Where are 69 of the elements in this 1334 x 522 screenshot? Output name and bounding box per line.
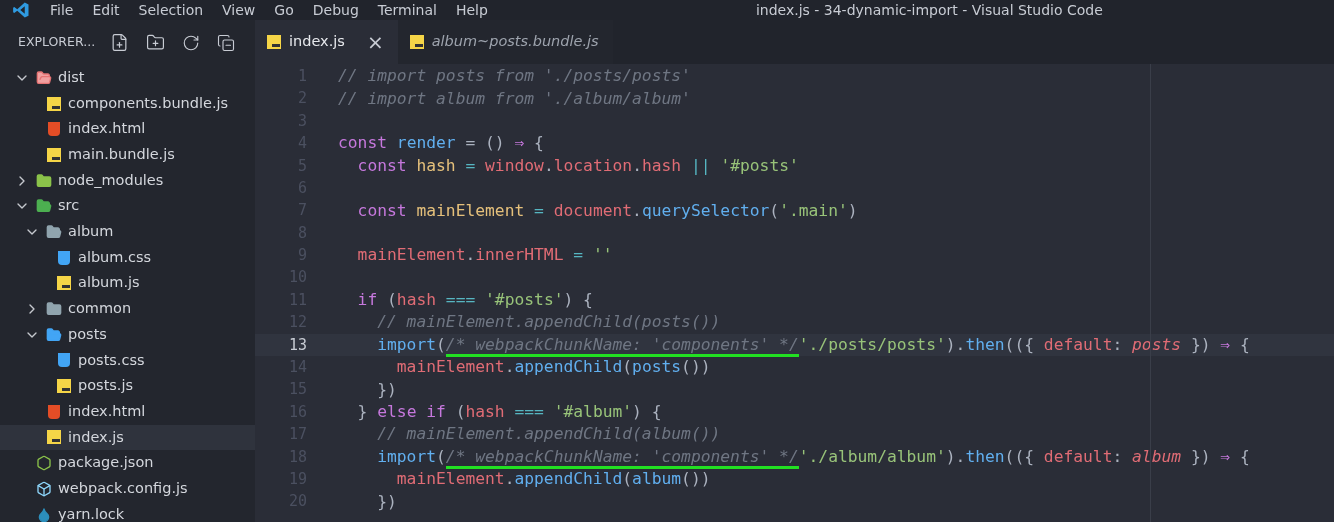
file-row[interactable]: components.bundle.js [0,90,255,117]
file-row[interactable]: index.js [0,424,255,451]
sidebar-title: EXPLORER... [18,33,96,52]
window-title: index.js - 34-dynamic-import - Visual Studio Code [755,0,1103,20]
menu-item[interactable]: Go [274,0,294,21]
cube-icon [36,480,52,497]
menu-item[interactable]: Help [455,0,488,21]
file-row[interactable]: webpack.config.js [0,476,255,502]
folder-icon [46,326,62,343]
js-file-icon [47,430,61,445]
html-file-icon [48,122,60,137]
code-line: // mainElement.appendChild(posts()) [376,312,721,333]
folder-icon [36,69,52,86]
file-row[interactable]: album.css [0,244,255,271]
menu-item[interactable]: Terminal [377,0,437,21]
code-line: }) [376,379,397,400]
collapse-icon[interactable] [217,33,236,52]
js-file-icon [47,96,61,111]
menu-item[interactable]: Debug [312,0,359,21]
js-file-icon [57,379,71,394]
code-line: mainElement.appendChild(album()) [395,469,711,490]
folder-row[interactable]: common [0,296,255,322]
folder-row[interactable]: node_modules [0,167,255,194]
file-row[interactable]: album.js [0,270,255,297]
menu-item[interactable]: View [222,0,256,21]
file-row[interactable]: main.bundle.js [0,142,255,168]
css-file-icon [58,353,70,368]
line-number: 13 [287,334,307,356]
folder-row[interactable]: album [0,219,255,245]
code-line: // import posts from './posts/posts' [338,66,691,87]
code-line: if (hash === '#posts') { [356,290,593,311]
new-folder-icon[interactable] [146,33,166,52]
file-row[interactable]: index.html [0,398,255,425]
code-line: } else if (hash === '#album') { [356,402,662,423]
code-line: import(/* webpackChunkName: 'components' */'./album/album').then(({ default: album }) ⇒ { [338,446,1250,467]
code-line: const render = () ⇒ { [338,133,544,154]
menu-item[interactable]: File [50,0,74,21]
js-file-icon [47,147,61,162]
css-file-icon [58,250,70,265]
app-logo [12,1,30,19]
code-line: // mainElement.appendChild(album()) [376,424,721,445]
code-line: }) [376,491,397,512]
refresh-icon[interactable] [182,33,201,52]
code-line: mainElement.innerHTML = '' [356,245,613,266]
file-row[interactable]: yarn.lock [0,501,255,522]
file-row[interactable]: posts.css [0,347,255,374]
folder-row[interactable]: dist [0,65,255,91]
code-line: const mainElement = document.querySelector('.main') [356,200,858,221]
editor-tab[interactable]: index.js × [255,20,398,64]
code-line: // import album from './album/album' [338,88,691,109]
folder-icon [36,198,52,215]
folder-icon [36,172,52,189]
file-row[interactable]: index.html [0,116,255,143]
folder-row[interactable]: src [0,193,255,220]
close-tab-button[interactable]: × [366,32,384,52]
code-line: const hash = window.location.hash || '#posts' [356,155,799,176]
js-file-icon [57,276,71,291]
js-file-icon [267,35,281,49]
folder-row[interactable]: posts [0,321,255,348]
folder-icon [46,301,62,318]
js-file-icon [409,35,424,49]
file-row[interactable]: posts.js [0,373,255,399]
menu-item[interactable]: Edit [92,0,120,21]
code-line: import(/* webpackChunkName: 'components' */'./posts/posts').then(({ default: posts }) ⇒ { [338,334,1250,355]
folder-icon [46,223,62,240]
menu-item[interactable]: Selection [138,0,204,21]
code-line: mainElement.appendChild(posts()) [395,357,711,378]
file-row[interactable]: package.json [0,450,255,476]
html-file-icon [48,404,60,419]
